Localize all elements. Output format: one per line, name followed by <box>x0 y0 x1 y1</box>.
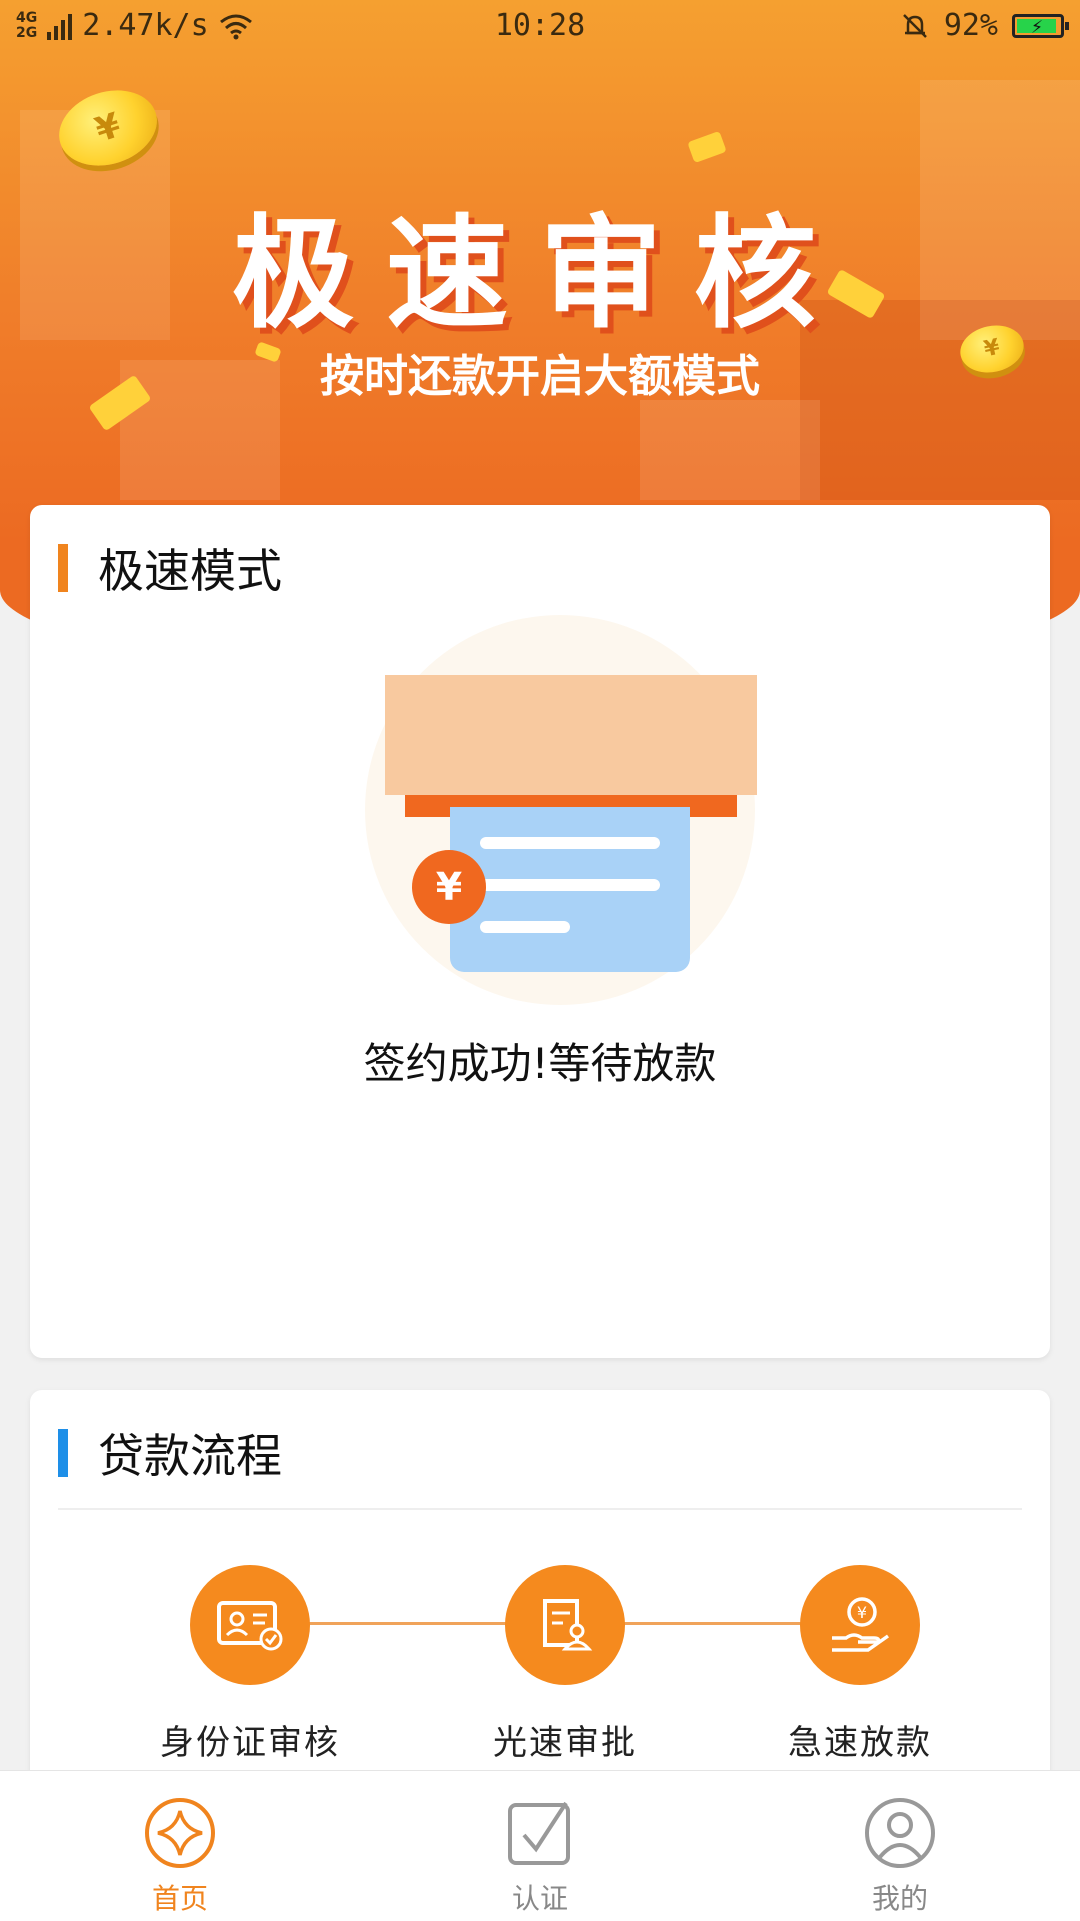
hero-subtitle: 按时还款开启大额模式 <box>320 351 760 402</box>
nav-home[interactable]: 首页 <box>0 1771 360 1921</box>
status-bar: 4G 2G 2.47k/s 10:28 92% ⚡ <box>0 0 1080 56</box>
flow-step: 身份证审核 <box>130 1565 370 1764</box>
loan-flow-card: 贷款流程 身份证审核 光速审批 ¥ 急速放款 <box>30 1390 1050 1810</box>
battery-charging-icon: ⚡ <box>1012 13 1069 38</box>
flow-step: 光速审批 <box>445 1565 685 1764</box>
mode-card-title: 极速模式 <box>98 544 282 598</box>
hand-money-icon: ¥ <box>800 1565 920 1685</box>
section-bar <box>58 544 68 592</box>
mode-card-header: 极速模式 <box>58 535 282 601</box>
loan-status-text: 签约成功!等待放款 <box>363 1039 717 1088</box>
flow-step-label: 光速审批 <box>493 1723 637 1763</box>
svg-text:¥: ¥ <box>857 1603 867 1622</box>
user-icon <box>864 1797 936 1869</box>
nav-label: 认证 <box>511 1882 568 1915</box>
confetti-decoration <box>687 130 727 164</box>
section-bar <box>58 1429 68 1477</box>
bell-muted-icon <box>902 13 927 38</box>
flow-step: ¥ 急速放款 <box>740 1565 980 1764</box>
mode-card: 极速模式 ¥ 签约成功!等待放款 <box>30 505 1050 1358</box>
flow-card-header: 贷款流程 <box>58 1420 282 1486</box>
flow-step-label: 身份证审核 <box>160 1723 340 1763</box>
bottom-nav: 首页 认证 我的 <box>0 1770 1080 1921</box>
nav-label: 首页 <box>151 1882 208 1915</box>
divider <box>58 1508 1022 1510</box>
home-star-icon <box>144 1797 216 1869</box>
yen-icon: ¥ <box>412 850 486 924</box>
battery-percent: 92% <box>943 8 998 43</box>
id-card-icon <box>190 1565 310 1685</box>
approval-doc-icon <box>505 1565 625 1685</box>
hero-title: 极速审核 <box>232 203 848 345</box>
check-square-icon <box>504 1797 576 1869</box>
building-decoration <box>640 400 820 500</box>
flow-card-title: 贷款流程 <box>98 1429 282 1483</box>
nav-verify[interactable]: 认证 <box>360 1771 720 1921</box>
nav-label: 我的 <box>871 1882 928 1915</box>
loan-dispense-illustration: ¥ <box>350 615 760 1015</box>
flow-step-label: 急速放款 <box>788 1723 932 1763</box>
nav-profile[interactable]: 我的 <box>720 1771 1080 1921</box>
